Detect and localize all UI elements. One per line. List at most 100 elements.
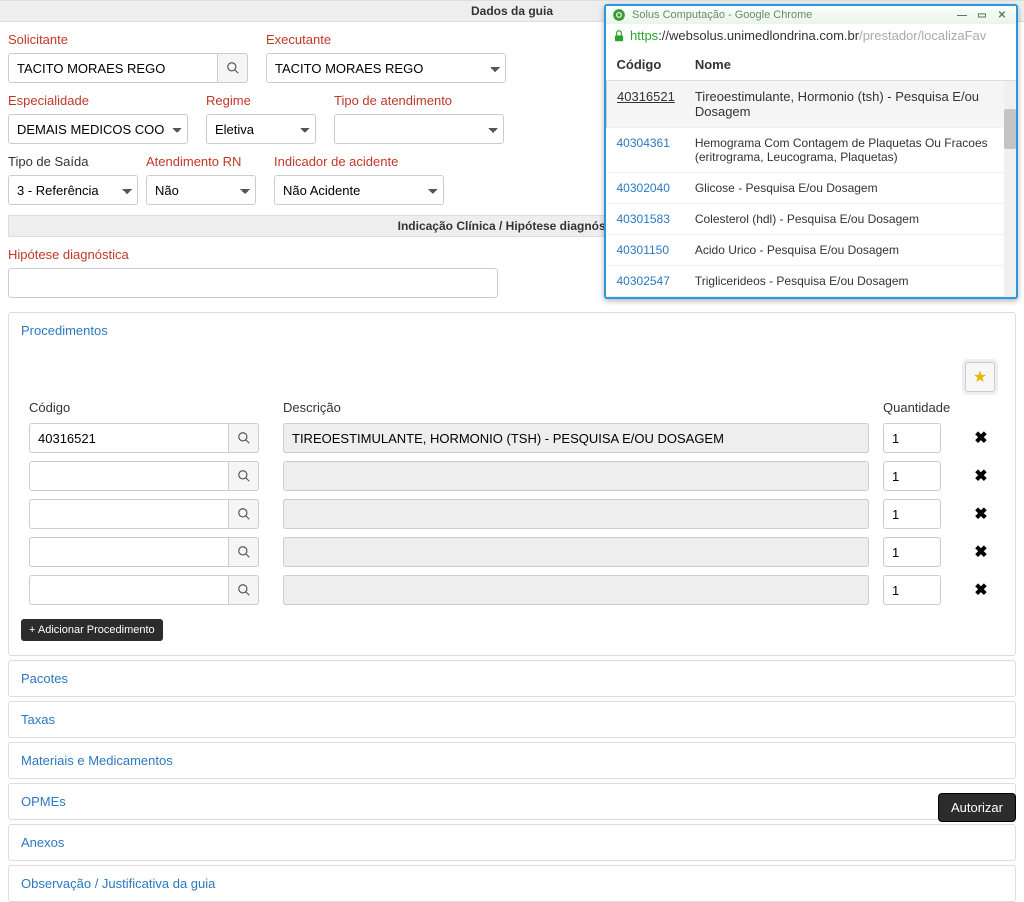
remove-icon: ✖ [974,544,987,561]
proc-quantidade-input[interactable] [883,461,941,491]
proc-quantidade-input[interactable] [883,575,941,605]
popup-row-code: 40301150 [607,235,685,266]
popup-row-name: Glicose - Pesquisa E/ou Dosagem [685,173,1016,204]
label-regime: Regime [206,93,316,108]
close-window-button[interactable]: ✕ [994,8,1010,22]
remove-icon: ✖ [974,582,987,599]
popup-row[interactable]: 40301150Acido Urico - Pesquisa E/ou Dosa… [607,235,1016,266]
label-tipo-saida: Tipo de Saída [8,154,128,169]
chrome-app-icon [612,8,626,22]
proc-descricao-input [283,423,869,453]
proc-remove-button[interactable]: ✖ [967,504,995,524]
label-tipo-atendimento: Tipo de atendimento [334,93,504,108]
remove-icon: ✖ [974,506,987,523]
popup-row-code: 40302547 [607,266,685,297]
label-atend-rn: Atendimento RN [146,154,256,169]
proc-search-button[interactable] [229,461,259,491]
popup-row[interactable]: 40302547Triglicerideos - Pesquisa E/ou D… [607,266,1016,297]
popup-row[interactable]: 40302040Glicose - Pesquisa E/ou Dosagem [607,173,1016,204]
popup-window: Solus Computação - Google Chrome — ▭ ✕ h… [604,4,1018,299]
tab-taxas[interactable]: Taxas [9,702,1015,737]
proc-remove-button[interactable]: ✖ [967,466,995,486]
popup-row-name: Acido Urico - Pesquisa E/ou Dosagem [685,235,1016,266]
proc-codigo-input[interactable] [29,423,229,453]
proc-remove-button[interactable]: ✖ [967,542,995,562]
select-atend-rn[interactable]: Não [146,175,256,205]
proc-codigo-input[interactable] [29,575,229,605]
label-hipotese: Hipótese diagnóstica [8,247,498,262]
maximize-icon: ▭ [977,10,986,21]
popup-row-code: 40304361 [607,128,685,173]
popup-th-codigo: Código [607,49,685,81]
select-tipo-atendimento[interactable] [334,114,504,144]
tab-anexos[interactable]: Anexos [9,825,1015,860]
lock-icon [612,29,626,43]
popup-row-code: 40301583 [607,204,685,235]
search-icon [237,507,251,521]
input-hipotese[interactable] [8,268,498,298]
proc-descricao-input [283,537,869,567]
search-solicitante-button[interactable] [218,53,248,83]
minimize-button[interactable]: — [954,8,970,22]
popup-row-name: Tireoestimulante, Hormonio (tsh) - Pesqu… [685,81,1016,128]
url-bar: https://websolus.unimedlondrina.com.br/p… [606,24,1016,49]
popup-th-nome: Nome [685,49,1016,81]
select-especialidade[interactable]: DEMAIS MEDICOS COOP [8,114,188,144]
close-icon: ✕ [998,10,1006,21]
select-ind-acidente[interactable]: Não Acidente [274,175,444,205]
tab-observacao[interactable]: Observação / Justificativa da guia [9,866,1015,901]
popup-row-code: 40316521 [607,81,685,128]
popup-row-name: Colesterol (hdl) - Pesquisa E/ou Dosagem [685,204,1016,235]
proc-search-button[interactable] [229,423,259,453]
proc-search-button[interactable] [229,499,259,529]
minimize-icon: — [957,10,967,21]
proc-codigo-input[interactable] [29,461,229,491]
popup-row-name: Hemograma Com Contagem de Plaquetas Ou F… [685,128,1016,173]
favorite-button[interactable]: ★ [965,362,995,392]
proc-quantidade-input[interactable] [883,499,941,529]
tab-materiais[interactable]: Materiais e Medicamentos [9,743,1015,778]
proc-descricao-input [283,575,869,605]
proc-codigo-input[interactable] [29,537,229,567]
select-executante[interactable]: TACITO MORAES REGO [266,53,506,83]
proc-quantidade-input[interactable] [883,537,941,567]
proc-quantidade-input[interactable] [883,423,941,453]
popup-scrollbar-thumb[interactable] [1004,109,1016,149]
label-especialidade: Especialidade [8,93,188,108]
proc-search-button[interactable] [229,537,259,567]
proc-search-button[interactable] [229,575,259,605]
popup-row-name: Triglicerideos - Pesquisa E/ou Dosagem [685,266,1016,297]
url-path: /prestador/localizaFav [859,28,986,43]
popup-row-code: 40302040 [607,173,685,204]
popup-title: Solus Computação - Google Chrome [632,9,812,21]
remove-icon: ✖ [974,430,987,447]
col-codigo: Código [29,400,269,415]
col-descricao: Descrição [283,400,869,415]
tab-procedimentos[interactable]: Procedimentos [9,313,1015,348]
proc-descricao-input [283,461,869,491]
tab-pacotes[interactable]: Pacotes [9,661,1015,696]
popup-row[interactable]: 40316521Tireoestimulante, Hormonio (tsh)… [607,81,1016,128]
label-executante: Executante [266,32,506,47]
search-icon [237,583,251,597]
select-regime[interactable]: Eletiva [206,114,316,144]
input-solicitante[interactable] [8,53,218,83]
proc-codigo-input[interactable] [29,499,229,529]
popup-row[interactable]: 40304361Hemograma Com Contagem de Plaque… [607,128,1016,173]
proc-remove-button[interactable]: ✖ [967,428,995,448]
add-procedimento-button[interactable]: + Adicionar Procedimento [21,619,163,641]
proc-descricao-input [283,499,869,529]
label-solicitante: Solicitante [8,32,248,47]
maximize-button[interactable]: ▭ [974,8,990,22]
autorizar-button[interactable]: Autorizar [938,793,1016,822]
proc-remove-button[interactable]: ✖ [967,580,995,600]
remove-icon: ✖ [974,468,987,485]
search-icon [226,61,240,75]
tab-opmes[interactable]: OPMEs [9,784,1015,819]
star-icon: ★ [973,367,987,387]
search-icon [237,545,251,559]
label-ind-acidente: Indicador de acidente [274,154,444,169]
popup-row[interactable]: 40301583Colesterol (hdl) - Pesquisa E/ou… [607,204,1016,235]
url-scheme: https [630,28,658,43]
select-tipo-saida[interactable]: 3 - Referência [8,175,138,205]
